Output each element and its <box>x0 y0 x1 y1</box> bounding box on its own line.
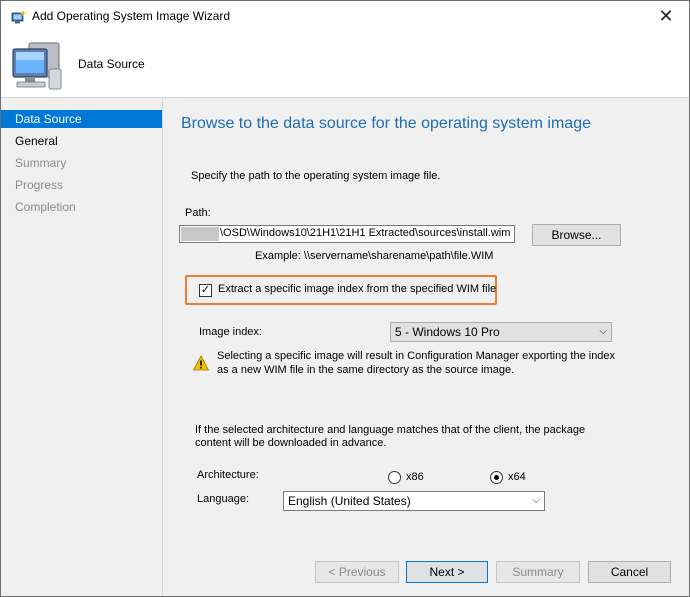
arch-x86-label[interactable]: x86 <box>406 471 424 483</box>
next-button[interactable]: Next > <box>406 561 488 583</box>
arch-x64-label[interactable]: x64 <box>508 471 526 483</box>
step-general[interactable]: General <box>1 132 162 150</box>
language-label: Language: <box>197 493 249 505</box>
wizard-content: Browse to the data source for the operat… <box>163 98 689 546</box>
image-index-label: Image index: <box>199 326 262 338</box>
radio-selected-dot <box>494 475 499 480</box>
redacted-server-name <box>181 227 219 241</box>
close-icon: ✕ <box>658 6 674 26</box>
extract-index-checkbox[interactable]: ✓ <box>199 284 212 297</box>
page-heading: Browse to the data source for the operat… <box>181 115 591 132</box>
step-completion: Completion <box>15 200 76 214</box>
warning-icon <box>193 355 209 371</box>
checkmark-icon: ✓ <box>200 284 211 296</box>
step-summary: Summary <box>15 156 67 170</box>
cancel-button[interactable]: Cancel <box>588 561 671 583</box>
warning-text-line2: as a new WIM file in the same directory … <box>217 364 515 376</box>
browse-button[interactable]: Browse... <box>532 224 621 246</box>
architecture-label: Architecture: <box>197 469 259 481</box>
window-title: Add Operating System Image Wizard <box>32 9 231 23</box>
wizard-header: Data Source <box>1 33 689 98</box>
path-input[interactable]: \OSD\Windows10\21H1\21H1 Extracted\sourc… <box>179 225 515 243</box>
chevron-down-icon: ⌵ <box>532 495 540 506</box>
language-select[interactable]: English (United States) ⌵ <box>283 491 545 511</box>
language-value: English (United States) <box>288 494 411 508</box>
warning-text-line1: Selecting a specific image will result i… <box>217 350 616 362</box>
summary-button[interactable]: Summary <box>496 561 580 583</box>
step-progress: Progress <box>15 178 64 192</box>
arch-x86-radio[interactable] <box>388 471 401 484</box>
header-page-title: Data Source <box>78 57 145 71</box>
wizard-app-icon <box>11 10 27 24</box>
computer-icon <box>12 42 62 90</box>
architecture-note-line1: If the selected architecture and languag… <box>195 424 586 436</box>
path-example: Example: \\servername\sharename\path\fil… <box>255 250 494 262</box>
title-bar: Add Operating System Image Wizard ✕ <box>1 1 689 33</box>
chevron-down-icon: ⌵ <box>599 326 607 337</box>
close-button[interactable]: ✕ <box>643 1 689 33</box>
wizard-steps-sidebar: Data Source General Summary Progress Com… <box>1 98 163 596</box>
wizard-footer: < Previous Next > Summary Cancel <box>163 546 689 596</box>
step-data-source[interactable]: Data Source <box>1 110 162 128</box>
arch-x64-radio[interactable] <box>490 471 503 484</box>
wizard-window: Add Operating System Image Wizard ✕ Data… <box>0 0 690 597</box>
architecture-note-line2: content will be downloaded in advance. <box>195 437 387 449</box>
extract-index-highlight: ✓ Extract a specific image index from th… <box>185 275 497 305</box>
path-value: \OSD\Windows10\21H1\21H1 Extracted\sourc… <box>220 227 511 239</box>
previous-button[interactable]: < Previous <box>315 561 399 583</box>
instruction-text: Specify the path to the operating system… <box>191 170 441 182</box>
image-index-value: 5 - Windows 10 Pro <box>395 325 500 339</box>
extract-index-label[interactable]: Extract a specific image index from the … <box>218 283 496 295</box>
path-label: Path: <box>185 207 211 219</box>
image-index-select[interactable]: 5 - Windows 10 Pro ⌵ <box>390 322 612 342</box>
